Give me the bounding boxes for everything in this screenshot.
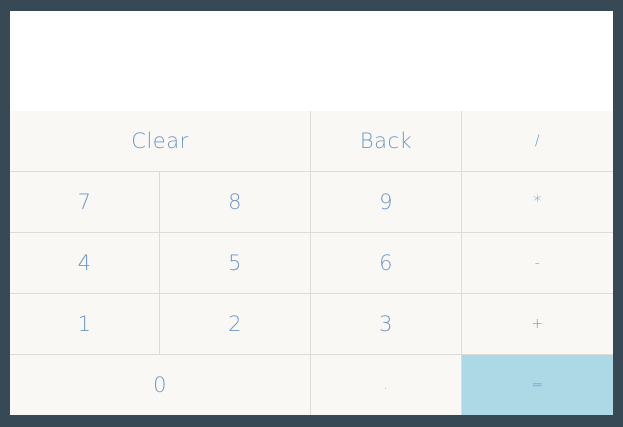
digit-8-button[interactable]: 8 (160, 172, 311, 233)
divide-button[interactable]: / (462, 111, 613, 172)
digit-9-button[interactable]: 9 (311, 172, 462, 233)
digit-1-button[interactable]: 1 (10, 294, 160, 355)
keypad: Clear Back / 7 8 9 * 4 5 6 - 1 2 3 + 0 .… (10, 111, 613, 415)
digit-0-button[interactable]: 0 (10, 355, 311, 415)
add-button[interactable]: + (462, 294, 613, 355)
back-button[interactable]: Back (311, 111, 462, 172)
digit-2-button[interactable]: 2 (160, 294, 311, 355)
digit-3-button[interactable]: 3 (311, 294, 462, 355)
decimal-button[interactable]: . (311, 355, 462, 415)
equals-button[interactable]: = (462, 355, 613, 415)
digit-5-button[interactable]: 5 (160, 233, 311, 294)
clear-button[interactable]: Clear (10, 111, 311, 172)
calculator-display (10, 11, 613, 111)
calculator: Clear Back / 7 8 9 * 4 5 6 - 1 2 3 + 0 .… (10, 11, 613, 415)
subtract-button[interactable]: - (462, 233, 613, 294)
digit-7-button[interactable]: 7 (10, 172, 160, 233)
digit-4-button[interactable]: 4 (10, 233, 160, 294)
digit-6-button[interactable]: 6 (311, 233, 462, 294)
multiply-button[interactable]: * (462, 172, 613, 233)
